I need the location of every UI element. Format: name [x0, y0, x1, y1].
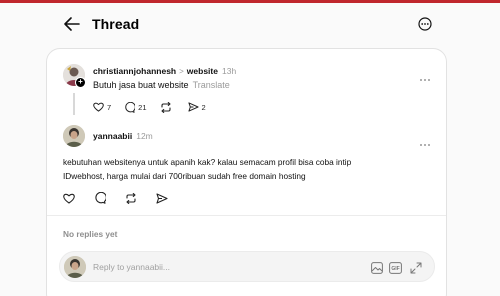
op-body: Butuh jasa buat website Translate — [93, 80, 230, 90]
comment-icon — [125, 101, 136, 113]
reply-input[interactable] — [93, 261, 333, 273]
op-like-count: 7 — [107, 102, 112, 112]
topic-separator: > — [179, 67, 184, 76]
send-icon — [187, 102, 199, 112]
op-repost-button[interactable] — [160, 101, 175, 113]
reply-meta: yannaabii 12m — [93, 131, 153, 141]
reply-actions — [63, 191, 187, 205]
heart-icon — [93, 102, 104, 112]
comment-icon — [95, 192, 106, 204]
composer-avatar — [64, 256, 86, 278]
op-more-icon[interactable] — [419, 69, 431, 81]
no-replies-label: No replies yet — [63, 229, 118, 239]
gif-button[interactable]: GIF — [389, 261, 402, 279]
more-circle-icon[interactable] — [418, 17, 432, 31]
follow-plus-icon[interactable]: + — [75, 77, 86, 88]
op-timestamp: 13h — [221, 66, 237, 76]
reply-repost-button[interactable] — [125, 192, 140, 204]
reply-timestamp: 12m — [136, 131, 153, 141]
image-icon[interactable] — [371, 261, 383, 279]
reply-composer: GIF — [59, 251, 435, 282]
op-username[interactable]: christiannjohannesh — [93, 66, 176, 76]
repost-icon — [160, 101, 171, 113]
header: Thread — [0, 3, 500, 45]
send-icon — [156, 192, 168, 204]
reply-text: kebutuhan websitenya untuk apanih kak? k… — [63, 157, 352, 181]
reply-avatar[interactable] — [63, 125, 85, 147]
heart-icon — [63, 193, 75, 204]
back-arrow-icon[interactable] — [64, 17, 80, 31]
op-comment-button[interactable]: 21 — [124, 101, 147, 113]
op-comment-count: 21 — [138, 102, 147, 112]
op-meta: christiannjohannesh > website 13h — [93, 66, 236, 76]
op-share-count: 2 — [201, 102, 206, 112]
op-text: Butuh jasa buat website — [93, 80, 189, 90]
reply-share-button[interactable] — [156, 192, 171, 204]
section-divider — [47, 215, 446, 216]
translate-link[interactable]: Translate — [193, 80, 230, 90]
expand-icon[interactable] — [410, 261, 422, 279]
page-title: Thread — [92, 16, 140, 32]
thread-card: + christiannjohannesh > website 13h Butuh j… — [46, 48, 447, 296]
op-like-button[interactable]: 7 — [93, 102, 111, 112]
op-topic-tag[interactable]: website — [187, 66, 218, 76]
op-actions: 7 21 2 — [93, 100, 219, 114]
reply-more-icon[interactable] — [419, 134, 431, 146]
gif-label: GIF — [391, 266, 399, 272]
reply-comment-button[interactable] — [94, 192, 109, 204]
reply-username[interactable]: yannaabii — [93, 131, 132, 141]
thread-connector-line — [73, 93, 75, 115]
reply-like-button[interactable] — [63, 193, 78, 204]
repost-icon — [126, 192, 136, 204]
op-share-button[interactable]: 2 — [187, 102, 206, 112]
